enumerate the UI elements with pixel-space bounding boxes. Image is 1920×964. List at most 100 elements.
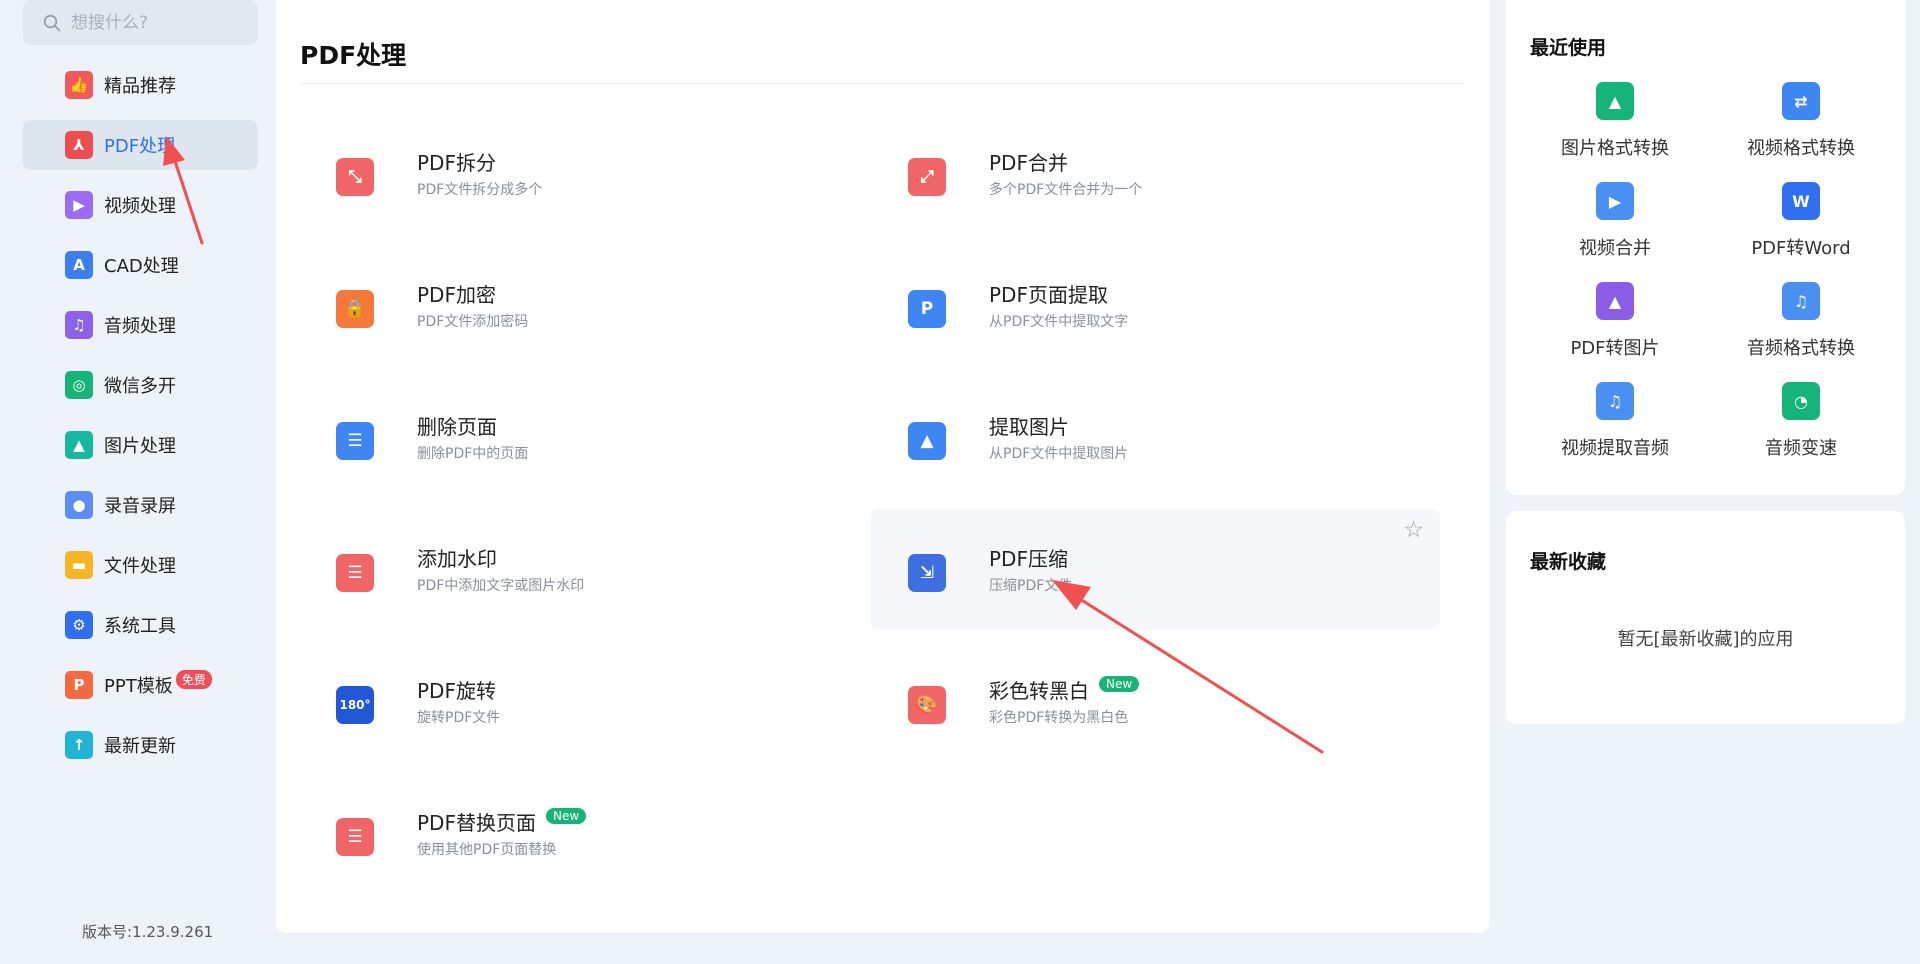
tool-description: 删除PDF中的页面: [417, 446, 529, 462]
tool-description: 旋转PDF文件: [417, 710, 501, 726]
tool-card[interactable]: ☰ PDF替换页面 New 使用其他PDF页面替换: [298, 773, 868, 893]
recent-item[interactable]: ⇄ 视频格式转换: [1708, 82, 1894, 172]
wechat-icon: ◎: [65, 371, 93, 399]
star-icon[interactable]: ☆: [1403, 517, 1424, 543]
image-convert-icon: ▲: [1596, 82, 1634, 120]
compress-icon: ⇲: [908, 554, 946, 592]
tool-card[interactable]: 180° PDF旋转旋转PDF文件: [298, 641, 868, 761]
tool-card[interactable]: ☰ 添加水印 PDF中添加文字或图片水印: [298, 509, 868, 629]
sidebar-item-label: 录音录屏: [104, 496, 176, 517]
recent-title: 最近使用: [1530, 37, 1607, 59]
delete-page-icon: ☰: [336, 422, 374, 460]
rotate-icon: 180°: [336, 686, 374, 724]
recent-item[interactable]: ♫ 音频格式转换: [1708, 282, 1894, 372]
tool-name: PDF合并: [989, 151, 1068, 175]
tool-name: PDF拆分: [417, 151, 496, 175]
tool-card[interactable]: ⤢ PDF合并多个PDF文件合并为一个: [870, 113, 1440, 233]
recent-item-label: 视频合并: [1579, 238, 1651, 259]
favorites-title: 最新收藏: [1530, 551, 1607, 573]
tool-card[interactable]: 🔒 PDF加密 PDF文件添加密码: [298, 245, 868, 365]
sidebar-item-11[interactable]: ↑ 最新更新: [23, 720, 258, 770]
recent-item[interactable]: ♫ 视频提取音频: [1522, 382, 1708, 472]
sidebar-item-7[interactable]: ● 录音录屏: [23, 480, 258, 530]
free-badge: 免费: [175, 669, 212, 689]
app-window: 👍 精品推荐 ⅄ PDF处理 ▶ 视频处理 A CAD处理 ♫ 音频处理 ◎ 微信多开 ▲ 图片处理 ● 录音…: [0, 0, 1920, 964]
tool-name: PDF页面提取: [989, 283, 1108, 307]
image-icon: ▲: [65, 431, 93, 459]
tool-description: 从PDF文件中提取文字: [989, 314, 1129, 330]
microphone-icon: ●: [65, 491, 93, 519]
version-label: 版本号:1.23.9.261: [82, 923, 214, 941]
divider: [300, 83, 1464, 84]
recent-panel: 最近使用 ▲ 图片格式转换 ⇄ 视频格式转换 ▶ 视频合并 W PDF转Word ▲ PDF转图片…: [1506, 0, 1905, 495]
cad-icon: A: [65, 251, 93, 279]
video-merge-icon: ▶: [1596, 182, 1634, 220]
upload-icon: ↑: [65, 731, 93, 759]
sidebar-item-label: PPT模板: [104, 676, 173, 697]
tool-card[interactable]: ☰ 删除页面 删除PDF中的页面: [298, 377, 868, 497]
recent-item[interactable]: ▲ PDF转图片: [1522, 282, 1708, 372]
tool-name: 提取图片: [989, 415, 1069, 439]
tool-name: PDF旋转: [417, 679, 496, 703]
sidebar-item-label: CAD处理: [104, 256, 179, 277]
recent-item-label: 视频格式转换: [1747, 138, 1855, 159]
tool-card[interactable]: 🎨 彩色转黑白 New 彩色PDF转换为黑白色: [870, 641, 1440, 761]
search-box[interactable]: [23, 0, 258, 45]
gear-icon: ⚙: [65, 611, 93, 639]
search-icon: [43, 14, 61, 31]
sidebar-item-10[interactable]: P PPT模板 免费: [23, 660, 258, 710]
tool-card[interactable]: ⇲ PDF压缩压缩PDF文件 ☆: [870, 509, 1440, 629]
pdf-split-icon: ⤡: [336, 158, 374, 196]
sidebar-item-2[interactable]: ▶ 视频处理: [23, 180, 258, 230]
sidebar-item-label: 微信多开: [104, 376, 176, 397]
tool-description: 压缩PDF文件: [989, 578, 1073, 594]
sidebar-nav: 👍 精品推荐 ⅄ PDF处理 ▶ 视频处理 A CAD处理 ♫ 音频处理 ◎ 微信多开 ▲ 图片处理 ● 录音…: [23, 60, 258, 780]
tool-card[interactable]: ▲ 提取图片 从PDF文件中提取图片: [870, 377, 1440, 497]
sidebar: 👍 精品推荐 ⅄ PDF处理 ▶ 视频处理 A CAD处理 ♫ 音频处理 ◎ 微信多开 ▲ 图片处理 ● 录音…: [0, 0, 276, 964]
tool-card[interactable]: ⤡ PDF拆分 PDF文件拆分成多个: [298, 113, 868, 233]
tool-name: 彩色转黑白 New: [989, 675, 1140, 704]
folder-icon: ▬: [65, 551, 93, 579]
recent-item-label: PDF转Word: [1751, 238, 1851, 259]
sidebar-item-label: 音频处理: [104, 316, 176, 337]
music-icon: ♫: [65, 311, 93, 339]
sidebar-item-label: 图片处理: [104, 436, 176, 457]
watermark-icon: ☰: [336, 554, 374, 592]
sidebar-item-8[interactable]: ▬ 文件处理: [23, 540, 258, 590]
sidebar-item-3[interactable]: A CAD处理: [23, 240, 258, 290]
sidebar-item-0[interactable]: 👍 精品推荐: [23, 60, 258, 110]
main-panel: PDF处理 ⤡ PDF拆分 PDF文件拆分成多个 ⤢ PDF合并 多个PDF文件合并为一个…: [276, 0, 1489, 933]
tool-description: 多个PDF文件合并为一个: [989, 182, 1143, 198]
tool-description: 从PDF文件中提取图片: [989, 446, 1129, 462]
favorites-panel: 最新收藏 暂无[最新收藏]的应用: [1506, 511, 1905, 724]
sidebar-item-4[interactable]: ♫ 音频处理: [23, 300, 258, 350]
sidebar-item-label: 精品推荐: [104, 76, 176, 97]
recent-item[interactable]: ▶ 视频合并: [1522, 182, 1708, 272]
audio-convert-icon: ♫: [1782, 282, 1820, 320]
pdf-merge-icon: ⤢: [908, 158, 946, 196]
tool-description: PDF文件拆分成多个: [417, 182, 543, 198]
sidebar-item-label: 系统工具: [104, 616, 176, 637]
lock-icon: 🔒: [336, 290, 374, 328]
palette-icon: 🎨: [908, 686, 946, 724]
recent-item-label: 音频格式转换: [1747, 338, 1855, 359]
recent-item[interactable]: W PDF转Word: [1708, 182, 1894, 272]
pdf-icon: ⅄: [65, 131, 93, 159]
ppt-icon: P: [65, 671, 93, 699]
recent-item-label: 视频提取音频: [1561, 438, 1669, 459]
sidebar-item-9[interactable]: ⚙ 系统工具: [23, 600, 258, 650]
sidebar-item-5[interactable]: ◎ 微信多开: [23, 360, 258, 410]
sidebar-item-1[interactable]: ⅄ PDF处理: [23, 120, 258, 170]
tool-description: PDF文件添加密码: [417, 314, 529, 330]
sidebar-item-6[interactable]: ▲ 图片处理: [23, 420, 258, 470]
pdf-to-image-icon: ▲: [1596, 282, 1634, 320]
page-extract-icon: P: [908, 290, 946, 328]
search-input[interactable]: [71, 12, 241, 33]
sidebar-item-label: 文件处理: [104, 556, 176, 577]
tool-description: 彩色PDF转换为黑白色: [989, 710, 1129, 726]
recent-item[interactable]: ▲ 图片格式转换: [1522, 82, 1708, 172]
speed-icon: ◔: [1782, 382, 1820, 420]
recent-item[interactable]: ◔ 音频变速: [1708, 382, 1894, 472]
tool-card[interactable]: P PDF页面提取从PDF文件中提取文字: [870, 245, 1440, 365]
tool-name: PDF压缩: [989, 547, 1068, 571]
